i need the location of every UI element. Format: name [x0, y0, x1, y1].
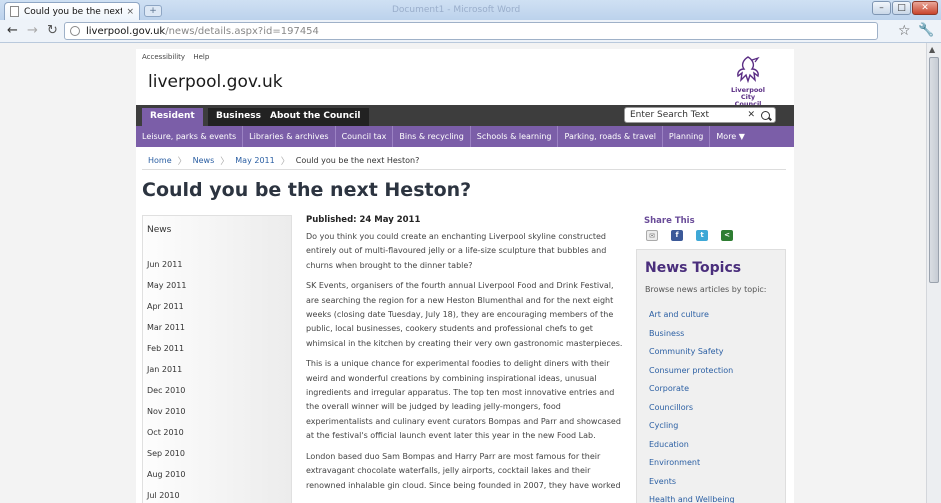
news-topics-title: News Topics [645, 260, 742, 276]
maximize-button[interactable]: □ [892, 1, 911, 15]
back-arrow-icon[interactable]: ← [7, 24, 18, 38]
email-icon[interactable]: ✉ [646, 230, 658, 241]
url-path: /news/details.aspx?id=197454 [165, 25, 319, 37]
web-page: Accessibility Help liverpool.gov.uk Live… [136, 49, 794, 503]
subnav-parking[interactable]: Parking, roads & travel [558, 126, 663, 147]
subnav-planning[interactable]: Planning [663, 126, 711, 147]
tab-business[interactable]: Business [208, 108, 269, 126]
main-navigation: Resident Business About the Council Ente… [136, 105, 794, 126]
breadcrumb-news[interactable]: News [193, 156, 215, 165]
archive-link[interactable]: Jan 2011 [147, 365, 182, 374]
topic-link[interactable]: Business [649, 329, 684, 338]
archive-link[interactable]: Sep 2010 [147, 449, 185, 458]
archive-link[interactable]: Feb 2011 [147, 344, 184, 353]
topic-link[interactable]: Education [649, 440, 689, 449]
topic-link[interactable]: Environment [649, 458, 700, 467]
archive-link[interactable]: Aug 2010 [147, 470, 186, 479]
article-paragraph: Do you think you could create an enchant… [306, 232, 607, 270]
archive-link[interactable]: May 2011 [147, 281, 186, 290]
vertical-scrollbar[interactable]: ▲ [926, 43, 941, 503]
search-icon[interactable] [761, 110, 770, 120]
council-logo[interactable]: Liverpool City Council [728, 54, 768, 108]
breadcrumb-divider [142, 169, 786, 170]
reload-icon[interactable]: ↻ [47, 24, 58, 38]
new-tab-button[interactable]: + [144, 5, 162, 17]
wrench-menu-icon[interactable]: 🔧 [918, 23, 934, 38]
facebook-icon[interactable]: f [671, 230, 683, 241]
archive-heading: News [147, 225, 172, 235]
subnav-council-tax[interactable]: Council tax [336, 126, 394, 147]
breadcrumb-separator: 〉 [280, 157, 290, 167]
liver-bird-icon [737, 56, 760, 84]
browser-titlebar: Could you be the next He... × + Document… [0, 0, 941, 20]
page-favicon-icon [10, 6, 19, 17]
archive-link[interactable]: Jul 2010 [147, 491, 180, 500]
site-name[interactable]: liverpool.gov.uk [148, 72, 283, 92]
help-link[interactable]: Help [193, 53, 209, 61]
bookmark-star-icon[interactable]: ☆ [898, 23, 911, 39]
tab-close-icon[interactable]: × [126, 7, 134, 17]
archive-link[interactable]: Mar 2011 [147, 323, 185, 332]
published-date: Published: 24 May 2011 [306, 215, 421, 225]
scrollbar-thumb[interactable] [929, 57, 939, 283]
archive-link[interactable]: Jun 2011 [147, 260, 182, 269]
breadcrumb: Home 〉 News 〉 May 2011 〉 Could you be th… [142, 154, 425, 167]
window-controls: – □ ✕ [872, 1, 938, 15]
close-window-button[interactable]: ✕ [912, 1, 938, 15]
news-topics-subtitle: Browse news articles by topic: [645, 285, 767, 294]
news-archive-sidebar: News Jun 2011 May 2011 Apr 2011 Mar 2011… [142, 215, 292, 503]
topic-link[interactable]: Art and culture [649, 310, 709, 319]
breadcrumb-separator: 〉 [220, 157, 230, 167]
topic-link[interactable]: Health and Wellbeing [649, 495, 735, 503]
share-buttons: ✉ f t < [646, 230, 733, 241]
search-placeholder[interactable]: Enter Search Text [630, 110, 747, 120]
subnav-schools[interactable]: Schools & learning [471, 126, 559, 147]
article-body: Published: 24 May 2011 Do you think you … [306, 215, 626, 499]
accessibility-link[interactable]: Accessibility [142, 53, 185, 61]
topic-link[interactable]: Councillors [649, 403, 693, 412]
page-info-icon[interactable] [70, 26, 80, 36]
share-title: Share This [644, 216, 695, 226]
browser-toolbar: ← → ↻ liverpool.gov.uk/news/details.aspx… [0, 20, 941, 43]
topic-link[interactable]: Consumer protection [649, 366, 733, 375]
forward-arrow-icon[interactable]: → [27, 24, 38, 38]
url-text[interactable]: liverpool.gov.uk/news/details.aspx?id=19… [86, 26, 319, 37]
archive-link[interactable]: Nov 2010 [147, 407, 186, 416]
sub-navigation: Leisure, parks & events Libraries & arch… [136, 126, 794, 147]
subnav-libraries[interactable]: Libraries & archives [243, 126, 336, 147]
archive-link[interactable]: Oct 2010 [147, 428, 184, 437]
address-bar[interactable]: liverpool.gov.uk/news/details.aspx?id=19… [64, 22, 878, 40]
archive-link[interactable]: Dec 2010 [147, 386, 185, 395]
subnav-leisure[interactable]: Leisure, parks & events [136, 126, 244, 147]
article-paragraph: This is a unique chance for experimental… [306, 359, 621, 441]
breadcrumb-current: Could you be the next Heston? [295, 156, 420, 165]
breadcrumb-month[interactable]: May 2011 [235, 156, 274, 165]
archive-link[interactable]: Apr 2011 [147, 302, 184, 311]
minimize-button[interactable]: – [872, 1, 891, 15]
topic-link[interactable]: Corporate [649, 384, 689, 393]
utility-links: Accessibility Help [142, 53, 215, 61]
topic-link[interactable]: Cycling [649, 421, 678, 430]
breadcrumb-separator: 〉 [177, 157, 187, 167]
news-topics-panel: News Topics Browse news articles by topi… [636, 249, 786, 503]
url-domain: liverpool.gov.uk [86, 25, 166, 37]
tab-title: Could you be the next He... [24, 6, 123, 17]
tab-about-the-council[interactable]: About the Council [262, 108, 369, 126]
page-title: Could you be the next Heston? [142, 179, 472, 201]
background-window-title: Document1 - Microsoft Word [392, 5, 521, 15]
breadcrumb-home[interactable]: Home [148, 156, 172, 165]
twitter-icon[interactable]: t [696, 230, 708, 241]
sharethis-icon[interactable]: < [721, 230, 733, 241]
clear-search-icon[interactable]: ✕ [747, 110, 755, 120]
tab-resident[interactable]: Resident [142, 108, 203, 126]
subnav-more[interactable]: More ▼ [710, 126, 751, 147]
site-search-input[interactable]: Enter Search Text ✕ [624, 107, 776, 123]
subnav-bins[interactable]: Bins & recycling [393, 126, 471, 147]
topic-link[interactable]: Events [649, 477, 676, 486]
article-paragraph: SK Events, organisers of the fourth annu… [306, 281, 623, 348]
browser-tab[interactable]: Could you be the next He... × [4, 2, 140, 20]
topic-link[interactable]: Community Safety [649, 347, 723, 356]
article-paragraph: London based duo Sam Bompas and Harry Pa… [306, 451, 621, 490]
scroll-up-icon[interactable]: ▲ [929, 45, 935, 54]
